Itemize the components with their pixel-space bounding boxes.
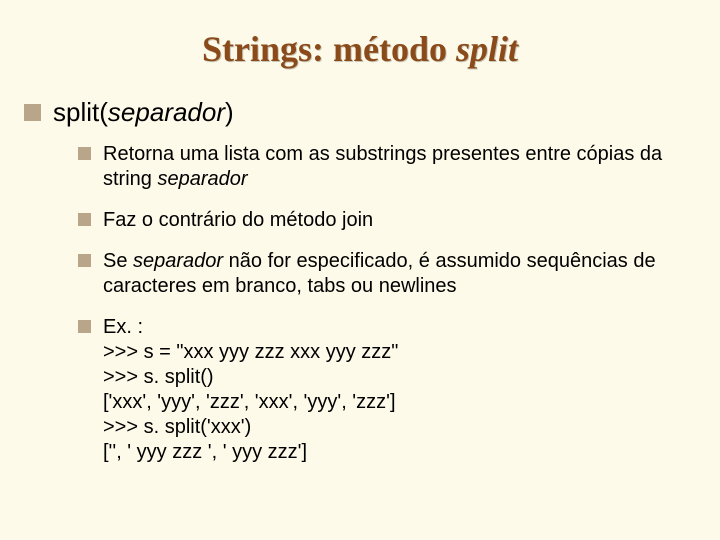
title-plain: Strings: método [202, 29, 456, 69]
bullet-level2: Se separador não for especificado, é ass… [78, 249, 690, 299]
title-italic: split [456, 29, 518, 69]
text-pre: Se [103, 250, 133, 272]
method-name: split( [53, 97, 108, 127]
bullet-level1-text: split(separador) [53, 98, 234, 128]
method-close: ) [225, 97, 234, 127]
example-line: >>> s = "xxx yyy zzz xxx yyy zzz" [103, 340, 398, 365]
text-italic: separador [133, 250, 223, 272]
example-line: ['', ' yyy zzz ', ' yyy zzz'] [103, 440, 398, 465]
bullet-square-icon [78, 320, 91, 333]
bullet-level2: Faz o contrário do método join [78, 208, 690, 233]
bullet-level1: split(separador) [24, 98, 690, 128]
example-line: >>> s. split('xxx') [103, 415, 398, 440]
bullet-level2-group: Retorna uma lista com as substrings pres… [78, 142, 690, 465]
bullet-square-icon [24, 104, 41, 121]
bullet-level2-text: Retorna uma lista com as substrings pres… [103, 142, 690, 192]
bullet-level2-text: Faz o contrário do método join [103, 208, 373, 233]
text-italic: separador [157, 168, 247, 190]
bullet-square-icon [78, 213, 91, 226]
bullet-level2: Retorna uma lista com as substrings pres… [78, 142, 690, 192]
slide: Strings: método split split(separador) R… [0, 0, 720, 540]
text-pre: Faz o contrário do método join [103, 209, 373, 231]
example-label: Ex. : [103, 315, 398, 340]
bullet-square-icon [78, 147, 91, 160]
slide-title: Strings: método split [30, 28, 690, 70]
example-line: ['xxx', 'yyy', 'zzz', 'xxx', 'yyy', 'zzz… [103, 390, 398, 415]
example-line: >>> s. split() [103, 365, 398, 390]
bullet-level2-text: Se separador não for especificado, é ass… [103, 249, 690, 299]
method-arg: separador [108, 97, 225, 127]
bullet-level2-example: Ex. : >>> s = "xxx yyy zzz xxx yyy zzz" … [78, 315, 690, 465]
example-text: Ex. : >>> s = "xxx yyy zzz xxx yyy zzz" … [103, 315, 398, 465]
bullet-square-icon [78, 254, 91, 267]
